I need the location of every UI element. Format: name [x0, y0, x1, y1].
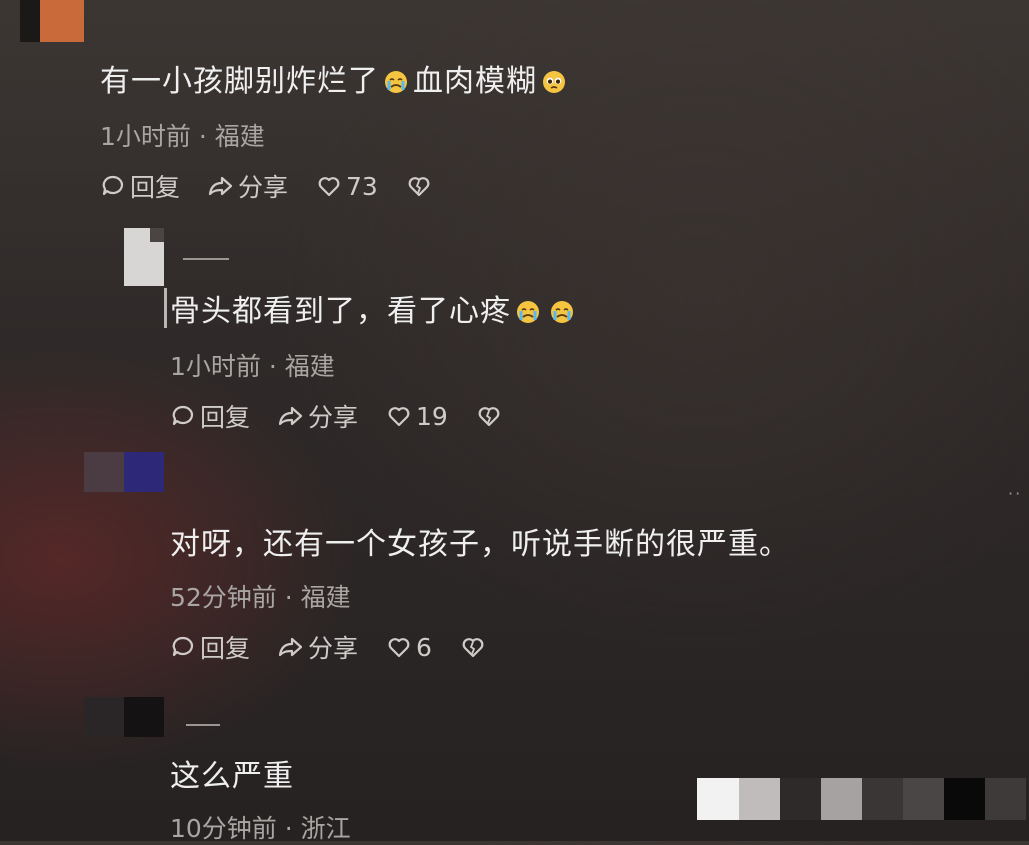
comment-2-actions: 回复 分享 19 [170, 398, 502, 434]
heart-icon [316, 173, 342, 199]
crying-face-emoji [549, 299, 575, 325]
comment-1-meta: 1小时前 · 福建 [100, 122, 265, 151]
comment-2-text: 骨头都看到了，看了心疼 [170, 286, 579, 330]
comment-bubble-icon [100, 173, 126, 199]
comment-3-actions: 回复 分享 6 [170, 629, 486, 665]
username-redacted[interactable] [183, 258, 229, 260]
reply-button[interactable]: 回复 [170, 398, 250, 434]
reply-button[interactable]: 回复 [170, 629, 250, 665]
comment-3-meta: 52分钟前 · 福建 [170, 583, 351, 612]
redaction-mosaic [697, 778, 1026, 820]
comment-4-text: 这么严重 [170, 759, 294, 794]
broken-heart-icon [476, 403, 502, 429]
dislike-button[interactable] [406, 173, 432, 199]
username-redacted[interactable] [186, 724, 220, 726]
dislike-button[interactable] [476, 403, 502, 429]
heart-icon [386, 634, 412, 660]
reply-button[interactable]: 回复 [100, 168, 180, 204]
share-arrow-icon [278, 403, 304, 429]
comment-bubble-icon [170, 634, 196, 660]
pleading-face-emoji [541, 69, 567, 95]
avatar-comment-2[interactable] [124, 228, 164, 286]
like-button[interactable]: 6 [386, 633, 432, 662]
comment-4-meta: 10分钟前 · 浙江 [170, 814, 351, 843]
heart-icon [386, 403, 412, 429]
share-button[interactable]: 分享 [278, 398, 358, 434]
share-arrow-icon [278, 634, 304, 660]
like-button[interactable]: 19 [386, 402, 448, 431]
like-count: 19 [416, 401, 448, 431]
avatar-comment-4[interactable] [84, 697, 164, 737]
broken-heart-icon [406, 173, 432, 199]
reply-thread-line [164, 288, 167, 328]
more-options-icon[interactable]: ·· [1008, 484, 1022, 503]
comment-2-meta: 1小时前 · 福建 [170, 352, 335, 381]
crying-face-emoji [383, 69, 409, 95]
comment-3-text: 对呀，还有一个女孩子，听说手断的很严重。 [170, 527, 790, 562]
like-button[interactable]: 73 [316, 172, 378, 201]
avatar-comment-3[interactable] [84, 452, 164, 492]
comment-bubble-icon [170, 403, 196, 429]
share-arrow-icon [208, 173, 234, 199]
like-count: 73 [346, 171, 378, 201]
crying-face-emoji [515, 299, 541, 325]
like-count: 6 [416, 632, 432, 662]
dislike-button[interactable] [460, 634, 486, 660]
comment-1-text: 有一小孩脚别炸烂了 血肉模糊 [100, 56, 571, 100]
comment-1-actions: 回复 分享 73 [100, 168, 432, 204]
broken-heart-icon [460, 634, 486, 660]
avatar-comment-1[interactable] [20, 0, 84, 42]
share-button[interactable]: 分享 [278, 629, 358, 665]
share-button[interactable]: 分享 [208, 168, 288, 204]
